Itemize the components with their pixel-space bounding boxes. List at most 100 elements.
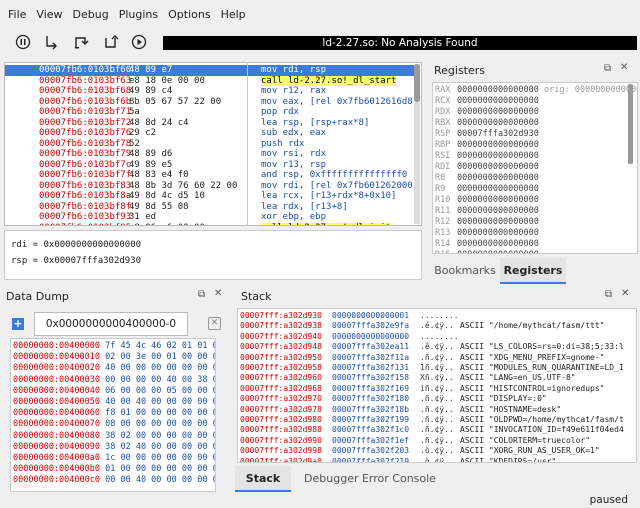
disassembly-row[interactable]: 00007fb6:0103bf8f 49 8d 55 08 lea rdx, [r1… — [5, 202, 417, 213]
disassembly-row[interactable]: 00007fb6:0103bf71 5a pop rdx — [5, 107, 417, 118]
dump-row[interactable]: 00000000:00400030 00 00 00 00 40 00 38 0 — [13, 375, 215, 386]
dump-row[interactable]: 00000000:00400070 08 00 00 00 00 00 00 0 — [13, 419, 215, 430]
register-row[interactable]: R11 0000000000000000 — [435, 206, 539, 217]
stack-row[interactable]: 00007fff:a302d960 00007fffa302f158 Xñ.¢ÿ..… — [240, 373, 636, 384]
dump-list[interactable]: 00000000:00400000 7f 45 4c 46 02 01 01 0… — [10, 338, 216, 492]
disassembly-row[interactable]: 00007fb6:0103bf79 48 89 d6 mov rsi, rdx — [5, 149, 417, 160]
menu-options[interactable]: Options — [163, 8, 215, 21]
menu-bar: File View Debug Plugins Options Help — [0, 0, 640, 28]
register-value: 00007fffa302d930 — [457, 129, 539, 139]
disassembly-row[interactable]: 00007fb6:0103bf76 29 c2 sub edx, eax — [5, 128, 417, 139]
close-icon[interactable]: ✕ — [621, 288, 629, 299]
disassembly-row[interactable]: 00007fb6:0103bf78 52 push rdx — [5, 139, 417, 150]
disassembly-row[interactable]: 00007fb6:0103bf6b 8b 05 67 57 22 00 mov ea… — [5, 97, 418, 108]
dump-row[interactable]: 00000000:00400020 40 00 00 00 00 00 00 0 — [13, 363, 215, 374]
pause-button[interactable] — [14, 33, 32, 51]
stack-row[interactable]: 00007fff:a302d940 0000000000000000.......… — [240, 332, 636, 343]
stack-row[interactable]: 00007fff:a302d9a0 00007fffa302f219 .ò.¢ÿ..… — [240, 457, 636, 462]
register-row[interactable]: RDX 0000000000000000 — [435, 107, 539, 118]
register-row[interactable]: RBX 0000000000000000 — [435, 118, 539, 129]
dump-row[interactable]: 00000000:004000a0 1c 00 00 00 00 00 00 0 — [13, 453, 215, 464]
disassembly-row[interactable]: 00007fb6:0103bf72 48 8d 24 c4 lea rsp, [rs… — [5, 118, 417, 129]
register-row[interactable]: R8 0000000000000000 — [435, 173, 539, 184]
register-row[interactable]: RCX 0000000000000000 — [435, 96, 539, 107]
register-row[interactable]: RDI 0000000000000000 — [435, 162, 539, 173]
step-out-button[interactable] — [102, 33, 120, 51]
disassembly-row[interactable]: 00007fb6:0103bf68 49 89 c4 mov r12, rax — [5, 86, 417, 97]
register-row[interactable]: RAX 0000000000000000 orig: 00000000000000 — [435, 85, 637, 96]
float-icon[interactable]: ⧉ — [198, 289, 205, 300]
register-row[interactable]: R13 0000000000000000 — [435, 228, 539, 239]
dump-row[interactable]: 00000000:00400000 7f 45 4c 46 02 01 01 0 — [13, 341, 215, 352]
step-over-button[interactable] — [72, 33, 90, 51]
stack-row[interactable]: 00007fff:a302d990 00007fffa302f1ef .ñ.¢ÿ..… — [240, 436, 636, 447]
register-row[interactable]: R9 0000000000000000 — [435, 184, 539, 195]
close-tab-icon[interactable]: ✕ — [208, 317, 221, 330]
disassembly-view[interactable]: ➜ 00007fb6:0103bf60 48 89 e7 mov rdi, rsp 00… — [4, 62, 422, 226]
dump-row[interactable]: 00000000:00400090 38 02 40 00 00 00 00 0 — [13, 442, 215, 453]
dump-row[interactable]: 00000000:004000c0 00 00 40 00 00 00 00 0 — [13, 475, 215, 486]
register-scrollbar[interactable] — [628, 84, 633, 164]
menu-debug[interactable]: Debug — [68, 8, 114, 21]
register-row[interactable]: R10 0000000000000000 — [435, 195, 539, 206]
register-row[interactable]: RBP 0000000000000000 — [435, 140, 539, 151]
stack-row[interactable]: 00007fff:a302d948 00007fffa302ea11 .ê.¢ÿ..… — [240, 342, 636, 353]
dump-address: 00000000:004000a0 — [13, 453, 100, 463]
instruction-address: 00007fb6:0103bf8a — [39, 191, 132, 201]
disassembly-row[interactable]: 00007fb6:0103bf7f 48 83 e4 f0 and rsp, 0xf… — [5, 170, 417, 181]
disassembly-scrollbar-thumb[interactable] — [414, 64, 420, 102]
dump-row[interactable]: 00000000:004000b0 01 00 00 00 00 00 00 0 — [13, 464, 215, 475]
dump-row[interactable]: 00000000:00400080 38 02 00 00 00 00 00 0 — [13, 431, 215, 442]
stack-row[interactable]: 00007fff:a302d938 00007fffa302e9fa .é.¢ÿ..… — [240, 321, 636, 332]
float-icon[interactable]: ⧉ — [605, 289, 612, 300]
dump-row[interactable]: 00000000:00400040 06 00 00 00 05 00 00 0 — [13, 386, 215, 397]
stack-value: 00007fffa302f199 — [332, 415, 410, 424]
disassembly-row[interactable]: 00007fb6:0103bf83 48 8b 3d 76 60 22 00 mov… — [5, 180, 418, 192]
stack-row[interactable]: 00007fff:a302d958 00007fffa302f131 1ñ.¢ÿ..… — [240, 363, 636, 374]
stack-row[interactable]: 00007fff:a302d998 00007fffa302f203 .ò.¢ÿ..… — [240, 446, 636, 457]
close-icon[interactable]: ✕ — [214, 288, 222, 299]
disassembly-row[interactable]: 00007fb6:0103bf95e8 06 e6 00 00 call ld-2… — [5, 222, 417, 225]
stack-row[interactable]: 00007fff:a302d988 00007fffa302f1c0 .ñ.¢ÿ..… — [240, 425, 636, 436]
register-name: R9 — [435, 184, 446, 194]
tab-registers[interactable]: Registers — [500, 258, 566, 284]
stack-row[interactable]: 00007fff:a302d980 00007fffa302f199 .ñ.¢ÿ..… — [240, 415, 636, 426]
disassembly-row[interactable]: ➜ 00007fb6:0103bf60 48 89 e7 mov rdi, rsp — [5, 65, 417, 76]
dump-row[interactable]: 00000000:00400010 02 00 3e 00 01 00 00 0 — [13, 352, 215, 363]
menu-help[interactable]: Help — [216, 8, 251, 21]
dump-tab[interactable]: 0x0000000000400000-0 — [34, 312, 188, 336]
disassembly-row[interactable]: 00007fb6:0103bf8a 49 8d 4c d5 10 lea rcx, … — [5, 191, 417, 202]
run-button[interactable] — [130, 33, 148, 51]
menu-view[interactable]: View — [31, 8, 67, 21]
dump-row[interactable]: 00000000:00400050 40 00 40 00 00 00 00 0 — [13, 397, 215, 408]
register-row[interactable]: RSP 00007fffa302d930 — [435, 129, 539, 140]
instruction-address: 00007fb6:0103bf83 — [39, 180, 132, 191]
dump-address: 00000000:00400070 — [13, 419, 100, 430]
instruction-text: push rdx — [261, 138, 305, 149]
instruction-bytes: 5a — [129, 107, 140, 117]
stack-list[interactable]: 00007fff:a302d930 0000000000000001.......… — [237, 308, 637, 463]
stack-row[interactable]: 00007fff:a302d978 00007fffa302f18b .ñ.¢ÿ..… — [240, 405, 636, 416]
step-into-button[interactable] — [42, 33, 60, 51]
close-icon[interactable]: ✕ — [620, 62, 628, 73]
float-icon[interactable]: ⧉ — [604, 63, 611, 74]
register-row[interactable]: R14 0000000000000000 — [435, 239, 539, 250]
tab-debugger-error-console[interactable]: Debugger Error Console — [295, 466, 445, 492]
dump-row[interactable]: 00000000:00400060 f8 01 00 00 00 00 00 0 — [13, 408, 215, 419]
stack-row[interactable]: 00007fff:a302d930 0000000000000001.......… — [240, 311, 636, 322]
disassembly-row[interactable]: 00007fb6:0103bf93 31 ed xor ebp, ebp — [5, 212, 417, 223]
tab-stack[interactable]: Stack — [235, 466, 291, 492]
menu-plugins[interactable]: Plugins — [114, 8, 163, 21]
register-list[interactable]: RAX 0000000000000000 orig: 00000000000000… — [432, 82, 638, 254]
add-tab-icon[interactable]: + — [12, 318, 24, 330]
register-row[interactable]: RSI 0000000000000000 — [435, 151, 539, 162]
disassembly-row[interactable]: 00007fb6:0103bf63 e8 18 0e 00 00 call ld-2… — [5, 75, 417, 86]
stack-row[interactable]: 00007fff:a302d970 00007fffa302f180 .ñ.¢ÿ..… — [240, 394, 636, 405]
tab-bookmarks[interactable]: Bookmarks — [430, 258, 500, 284]
stack-row[interactable]: 00007fff:a302d950 00007fffa302f11a .ñ.¢ÿ..… — [240, 353, 636, 364]
register-row[interactable]: R12 0000000000000000 — [435, 217, 539, 228]
menu-file[interactable]: File — [3, 8, 31, 21]
register-row[interactable]: R150000000000000000 — [435, 250, 539, 253]
disassembly-row[interactable]: 00007fb6:0103bf7c 49 89 e5 mov r13, rsp — [5, 160, 417, 171]
stack-row[interactable]: 00007fff:a302d968 00007fffa302f169 iñ.¢ÿ..… — [240, 384, 636, 395]
